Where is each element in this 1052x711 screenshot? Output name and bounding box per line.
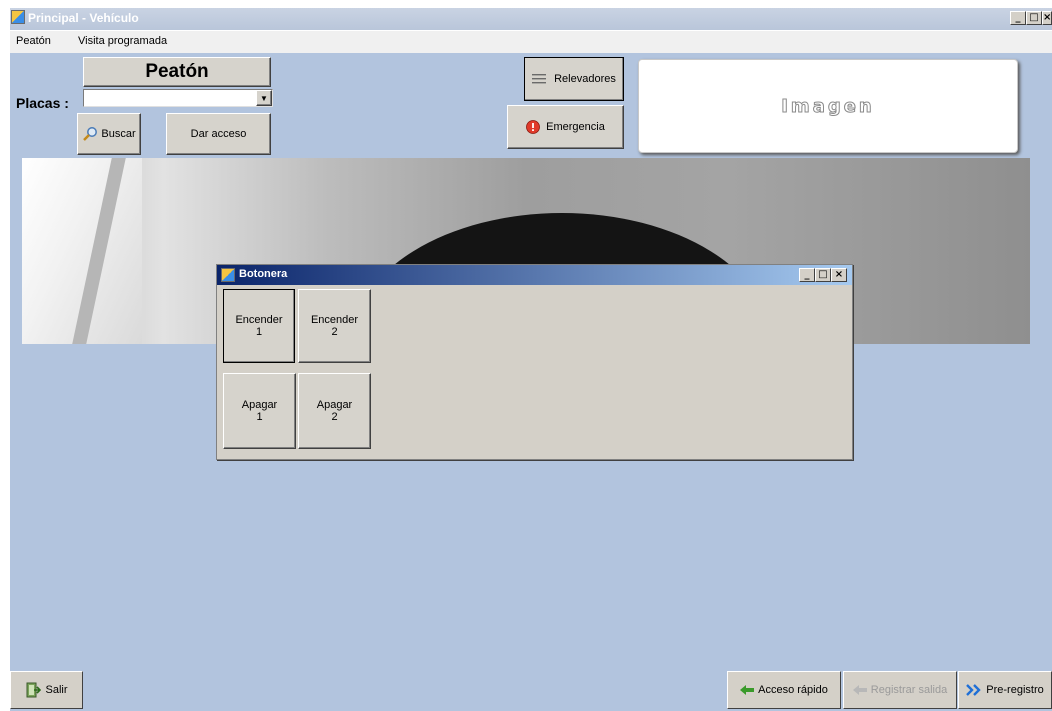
menu-visita-programada[interactable]: Visita programada (78, 35, 167, 47)
exit-button[interactable]: Salir (10, 671, 83, 709)
green-arrow-icon (740, 685, 755, 695)
botonera-title-bar[interactable] (217, 265, 852, 285)
preregister-label: Pre-registro (986, 684, 1044, 696)
emergency-button[interactable]: Emergencia (507, 105, 624, 149)
preregister-button[interactable]: Pre-registro (958, 671, 1052, 709)
exit-door-icon (26, 682, 42, 698)
minimize-icon[interactable]: _ (1010, 11, 1026, 25)
botonera-close-icon[interactable]: × (831, 268, 847, 282)
apagar-1-label: Apagar (241, 399, 278, 411)
search-button-label: Buscar (101, 128, 136, 140)
relays-button-label: Relevadores (554, 73, 616, 85)
double-chevron-icon (966, 684, 981, 696)
image-placeholder: Imagen (638, 59, 1018, 153)
menu-peaton[interactable]: Peatón (16, 35, 51, 47)
magnifier-icon (83, 127, 98, 141)
main-title-bar[interactable] (10, 8, 1052, 30)
register-exit-button[interactable]: Registrar salida (843, 671, 957, 709)
botonera-maximize-icon[interactable]: □ (815, 268, 831, 282)
quick-access-label: Acceso rápido (758, 684, 828, 696)
app-icon (11, 10, 25, 24)
window-title: Principal - Vehículo (28, 11, 139, 25)
list-lines-icon (532, 74, 547, 84)
encender-2-label: Encender (310, 314, 359, 326)
relays-button[interactable]: Relevadores (524, 57, 624, 101)
close-icon[interactable]: × (1042, 11, 1052, 25)
emergency-button-label: Emergencia (546, 121, 605, 133)
image-placeholder-label: Imagen (781, 95, 875, 117)
placas-label: Placas : (16, 95, 69, 111)
apagar-1-number: 1 (256, 411, 263, 423)
apagar-2-number: 2 (331, 411, 338, 423)
register-exit-label: Registrar salida (870, 684, 948, 696)
maximize-icon[interactable]: □ (1026, 11, 1042, 25)
apagar-1-button[interactable]: Apagar 1 (223, 373, 296, 449)
encender-2-button[interactable]: Encender 2 (298, 289, 371, 363)
botonera-title: Botonera (239, 268, 288, 280)
search-button[interactable]: Buscar (77, 113, 141, 155)
chevron-down-icon[interactable]: ▼ (256, 90, 272, 106)
alert-circle-icon (526, 120, 541, 134)
placas-combobox[interactable]: ▼ (83, 89, 273, 107)
mode-label: Peatón (83, 57, 271, 87)
botonera-minimize-icon[interactable]: _ (799, 268, 815, 282)
botonera-window: Botonera _ □ × Encender 1 Encender 2 Apa… (216, 264, 853, 460)
encender-1-button[interactable]: Encender 1 (223, 289, 295, 363)
grant-access-button[interactable]: Dar acceso (166, 113, 271, 155)
encender-1-number: 1 (255, 326, 263, 338)
apagar-2-label: Apagar (316, 399, 353, 411)
apagar-2-button[interactable]: Apagar 2 (298, 373, 371, 449)
gray-arrow-icon (852, 685, 867, 695)
botonera-app-icon (221, 268, 235, 282)
encender-1-label: Encender (235, 314, 283, 326)
encender-2-number: 2 (331, 326, 338, 338)
quick-access-button[interactable]: Acceso rápido (727, 671, 841, 709)
exit-button-label: Salir (45, 684, 68, 696)
